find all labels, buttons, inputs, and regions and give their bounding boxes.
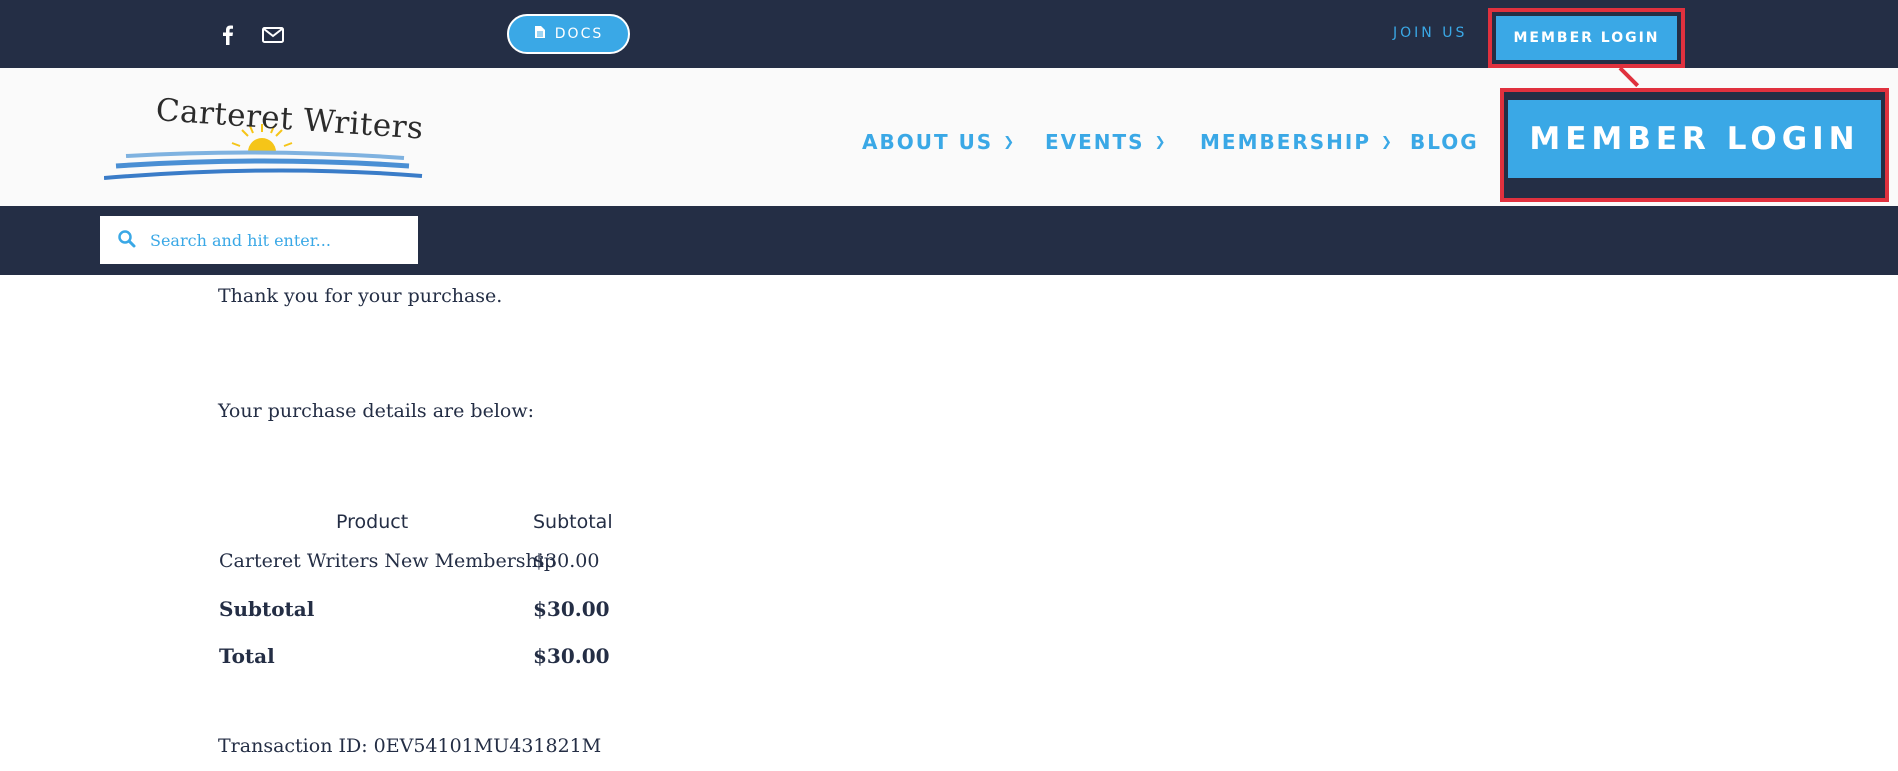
nav-label: EVENTS xyxy=(1045,130,1145,154)
nav-label: MEMBERSHIP xyxy=(1200,130,1372,154)
nav-events[interactable]: EVENTS ❯ xyxy=(1045,130,1168,154)
chevron-down-icon: ❯ xyxy=(1381,134,1394,150)
table-cell-product: Carteret Writers New Membership xyxy=(219,550,557,572)
thank-you-message: Thank you for your purchase. xyxy=(218,285,503,307)
subtotal-label: Subtotal xyxy=(219,597,315,621)
nav-membership[interactable]: MEMBERSHIP ❯ xyxy=(1200,130,1394,154)
details-intro: Your purchase details are below: xyxy=(218,400,535,422)
facebook-icon[interactable] xyxy=(215,22,241,48)
member-login-button[interactable]: MEMBER LOGIN xyxy=(1496,16,1677,60)
member-login-button-large[interactable]: MEMBER LOGIN xyxy=(1508,100,1881,178)
nav-blog[interactable]: BLOG xyxy=(1410,130,1479,154)
chevron-down-icon: ❯ xyxy=(1154,134,1168,150)
table-header-subtotal: Subtotal xyxy=(533,511,613,533)
site-logo[interactable]: Carteret Writers xyxy=(103,86,425,188)
join-us-link[interactable]: JOIN US xyxy=(1393,25,1467,41)
chevron-down-icon: ❯ xyxy=(1003,134,1017,150)
search-icon xyxy=(116,229,138,251)
nav-label: BLOG xyxy=(1410,130,1479,154)
table-cell-subtotal: $30.00 xyxy=(533,550,600,572)
total-label: Total xyxy=(219,644,275,668)
transaction-id: Transaction ID: 0EV54101MU431821M xyxy=(218,735,602,757)
docs-label: DOCS xyxy=(554,26,604,42)
total-value: $30.00 xyxy=(533,644,610,668)
document-icon xyxy=(534,25,546,43)
subtotal-value: $30.00 xyxy=(533,597,610,621)
member-login-large-highlight: MEMBER LOGIN xyxy=(1500,88,1889,202)
nav-about-us[interactable]: ABOUT US ❯ xyxy=(862,130,1016,154)
search-box[interactable] xyxy=(100,216,418,264)
envelope-icon[interactable] xyxy=(260,22,286,48)
nav-label: ABOUT US xyxy=(862,130,994,154)
docs-button[interactable]: DOCS xyxy=(507,14,630,54)
member-login-small-highlight: MEMBER LOGIN xyxy=(1488,8,1685,68)
table-header-product: Product xyxy=(336,511,409,533)
search-input[interactable] xyxy=(150,216,410,264)
